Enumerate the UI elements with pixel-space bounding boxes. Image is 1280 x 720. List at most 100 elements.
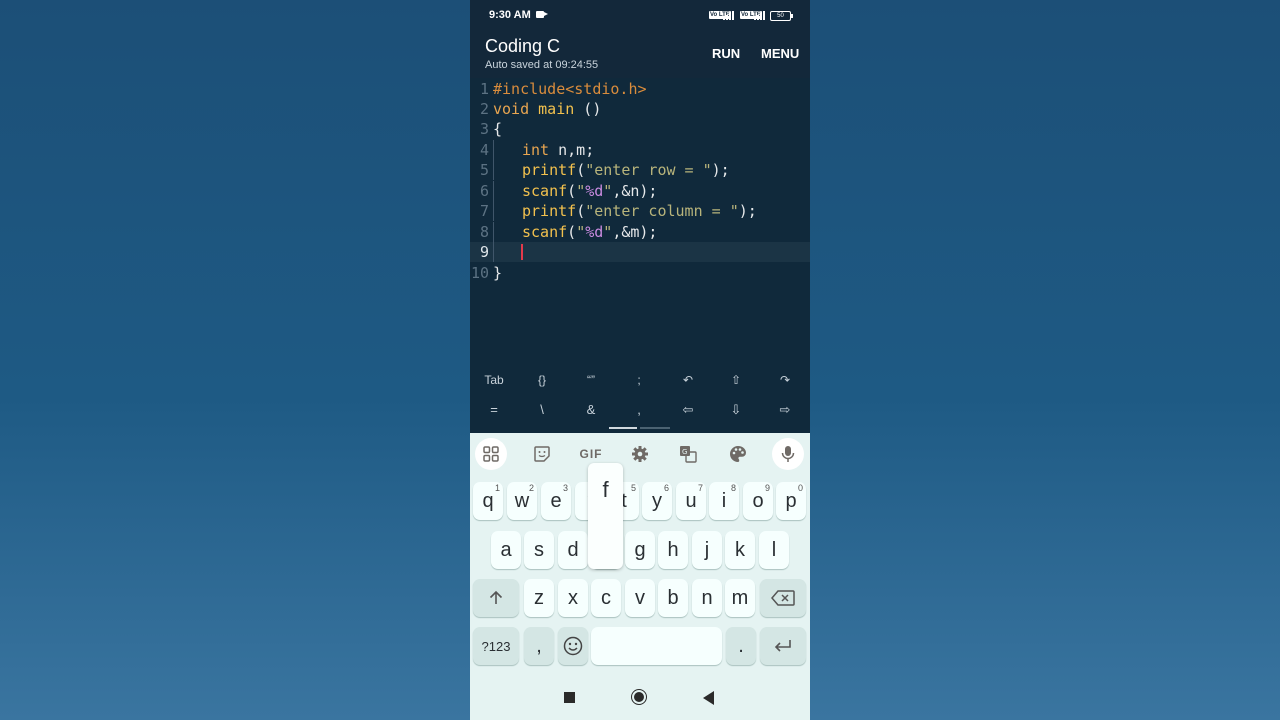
emoji-icon[interactable] xyxy=(558,627,588,665)
arrow-left-icon[interactable]: ⇦ xyxy=(664,402,712,418)
symbols-key[interactable]: ?123 xyxy=(473,627,519,665)
arrow-right-icon[interactable]: ⇨ xyxy=(761,402,809,418)
gear-icon[interactable] xyxy=(623,440,657,468)
line-number: 6 xyxy=(479,182,489,200)
soft-keyboard: GIF G q1 w2 e3 r4 t5 y6 u7 i8 o9 p0 a s … xyxy=(470,433,810,675)
symbol-braces[interactable]: {} xyxy=(518,373,566,387)
translate-icon[interactable]: G xyxy=(671,440,705,468)
code-line[interactable]: 6 scanf("%d",&n); xyxy=(470,181,810,201)
screen-record-icon xyxy=(536,11,548,18)
page-indicator-active xyxy=(609,427,637,429)
microphone-icon[interactable] xyxy=(772,438,804,470)
app-bar: Coding C Auto saved at 09:24:55 RUN MENU xyxy=(470,32,810,78)
text-cursor xyxy=(521,244,523,260)
code-text[interactable]: printf("enter row = "); xyxy=(522,161,730,179)
key-comma[interactable]: , xyxy=(524,627,554,665)
code-text[interactable]: printf("enter column = "); xyxy=(522,202,757,220)
symbol-semicolon[interactable]: ; xyxy=(615,373,663,387)
code-text[interactable]: scanf("%d",&n); xyxy=(522,182,657,200)
symbol-tab[interactable]: Tab xyxy=(470,373,518,387)
autosave-status: Auto saved at 09:24:55 xyxy=(485,59,599,71)
page-indicator xyxy=(640,427,670,429)
code-editor[interactable]: 1 #include<stdio.h> 2 void main () 3 { 4… xyxy=(470,78,810,366)
sticker-icon[interactable] xyxy=(525,440,559,468)
home-icon[interactable] xyxy=(631,689,647,705)
key-z[interactable]: z xyxy=(524,579,554,617)
status-bar: 9:30 AM Vo LTE Vo LTE 50 xyxy=(470,0,810,32)
key-v[interactable]: v xyxy=(625,579,655,617)
phone-screen: 9:30 AM Vo LTE Vo LTE 50 Coding C Auto s… xyxy=(470,0,810,720)
code-line[interactable]: 10 } xyxy=(470,263,810,283)
shift-up-icon[interactable]: ⇧ xyxy=(712,373,760,387)
indent-guide xyxy=(493,201,494,221)
space-bar[interactable] xyxy=(591,627,722,665)
key-preview-popup: f xyxy=(588,463,623,569)
key-w[interactable]: w2 xyxy=(507,482,537,520)
indent-guide xyxy=(493,160,494,180)
key-y[interactable]: y6 xyxy=(642,482,672,520)
indent-guide xyxy=(493,242,494,262)
battery-icon: 50 xyxy=(770,11,793,21)
code-text[interactable]: scanf("%d",&m); xyxy=(522,223,657,241)
code-text[interactable]: int n,m; xyxy=(522,141,594,159)
code-text[interactable]: void main () xyxy=(493,100,601,118)
key-b[interactable]: b xyxy=(658,579,688,617)
code-text[interactable]: } xyxy=(493,264,502,282)
code-line-current[interactable]: 9 xyxy=(470,242,810,262)
key-l[interactable]: l xyxy=(759,531,789,569)
symbol-backslash[interactable]: \ xyxy=(518,402,566,417)
key-i[interactable]: i8 xyxy=(709,482,739,520)
symbol-comma[interactable]: , xyxy=(615,402,663,417)
svg-text:G: G xyxy=(682,448,687,456)
key-g[interactable]: g xyxy=(625,531,655,569)
code-line[interactable]: 8 scanf("%d",&m); xyxy=(470,222,810,242)
undo-icon[interactable]: ↶ xyxy=(664,373,712,387)
symbol-ampersand[interactable]: & xyxy=(567,402,615,417)
code-line[interactable]: 3 { xyxy=(470,119,810,139)
key-h[interactable]: h xyxy=(658,531,688,569)
shift-arrow-icon[interactable] xyxy=(473,579,519,617)
key-n[interactable]: n xyxy=(692,579,722,617)
code-line[interactable]: 2 void main () xyxy=(470,99,810,119)
menu-button[interactable]: MENU xyxy=(761,46,799,61)
line-number: 3 xyxy=(479,120,489,138)
key-q[interactable]: q1 xyxy=(473,482,503,520)
key-k[interactable]: k xyxy=(725,531,755,569)
redo-icon[interactable]: ↷ xyxy=(761,373,809,387)
key-d[interactable]: d xyxy=(558,531,588,569)
key-c[interactable]: c xyxy=(591,579,621,617)
code-line[interactable]: 1 #include<stdio.h> xyxy=(470,79,810,99)
line-number: 7 xyxy=(479,202,489,220)
line-number: 2 xyxy=(479,100,489,118)
line-number: 1 xyxy=(479,80,489,98)
enter-icon[interactable] xyxy=(760,627,806,665)
run-button[interactable]: RUN xyxy=(712,46,740,61)
key-x[interactable]: x xyxy=(558,579,588,617)
back-icon[interactable] xyxy=(703,691,714,705)
recents-icon[interactable] xyxy=(564,692,575,703)
status-time: 9:30 AM xyxy=(489,9,531,21)
symbol-equals[interactable]: = xyxy=(470,402,518,417)
key-o[interactable]: o9 xyxy=(743,482,773,520)
palette-icon[interactable] xyxy=(721,440,755,468)
key-u[interactable]: u7 xyxy=(676,482,706,520)
code-line[interactable]: 5 printf("enter row = "); xyxy=(470,160,810,180)
key-m[interactable]: m xyxy=(725,579,755,617)
key-period[interactable]: . xyxy=(726,627,756,665)
backspace-icon[interactable] xyxy=(760,579,806,617)
key-e[interactable]: e3 xyxy=(541,482,571,520)
indent-guide xyxy=(493,222,494,242)
code-line[interactable]: 7 printf("enter column = "); xyxy=(470,201,810,221)
key-s[interactable]: s xyxy=(524,531,554,569)
key-a[interactable]: a xyxy=(491,531,521,569)
symbol-quotes[interactable]: “” xyxy=(567,373,615,387)
line-number: 8 xyxy=(479,223,489,241)
code-line[interactable]: 4 int n,m; xyxy=(470,140,810,160)
key-j[interactable]: j xyxy=(692,531,722,569)
code-text[interactable]: #include<stdio.h> xyxy=(493,80,647,98)
signal-icon-2 xyxy=(754,10,765,20)
apps-grid-icon[interactable] xyxy=(475,438,507,470)
key-p[interactable]: p0 xyxy=(776,482,806,520)
code-text[interactable]: { xyxy=(493,120,502,138)
arrow-down-icon[interactable]: ⇩ xyxy=(712,402,760,418)
